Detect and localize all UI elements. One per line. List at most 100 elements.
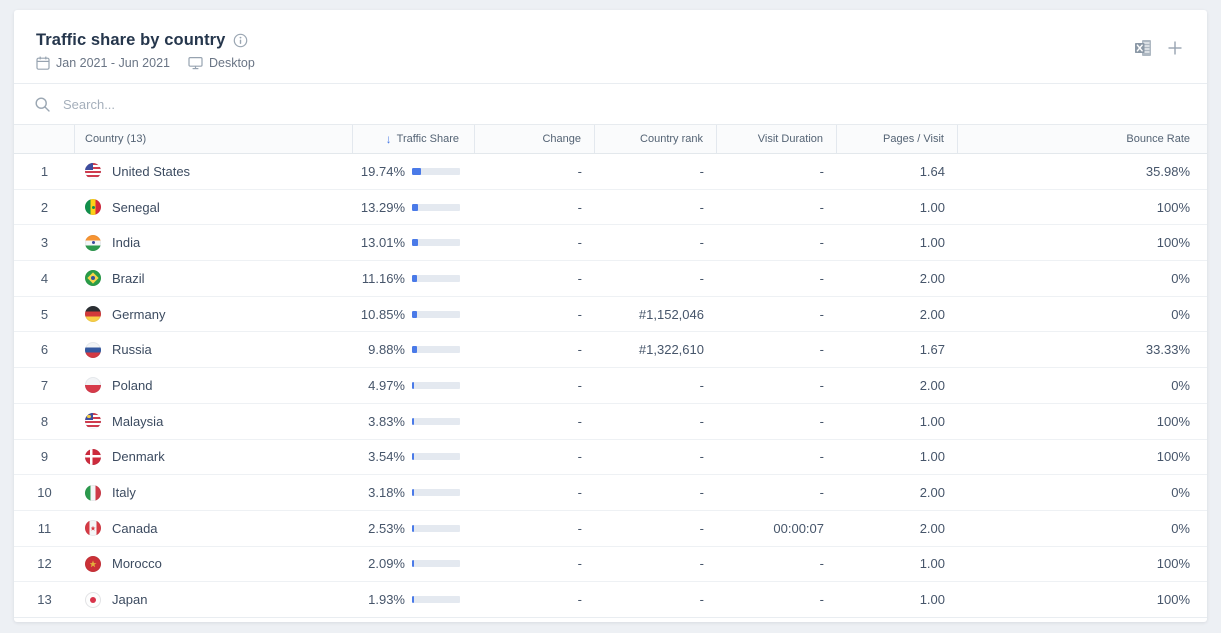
traffic-share-cell: 3.18% — [353, 485, 475, 500]
column-header-country-rank[interactable]: Country rank — [595, 125, 717, 153]
search-icon — [34, 96, 51, 113]
country-name: Morocco — [112, 556, 162, 572]
country-cell: Germany — [75, 306, 353, 323]
country-rank-cell: - — [699, 199, 704, 215]
country-rank-cell: - — [699, 592, 704, 608]
country-flag-icon — [85, 520, 101, 537]
traffic-share-value: 10.85% — [360, 306, 405, 322]
country-flag-icon — [85, 591, 101, 608]
change-cell: - — [577, 377, 582, 393]
country-cell: United States — [75, 163, 353, 180]
pages-per-visit-cell: 2.00 — [919, 377, 945, 393]
excel-export-button[interactable] — [1134, 39, 1153, 57]
traffic-share-value: 13.01% — [360, 235, 405, 251]
traffic-share-bar-fill — [412, 310, 418, 318]
traffic-share-value: 2.09% — [368, 556, 405, 572]
table-row: 8 Malaysia 3.83% - - - 1.00 100% — [14, 404, 1207, 440]
traffic-share-bar-fill — [412, 453, 414, 461]
bounce-rate-cell: 100% — [1156, 235, 1190, 251]
country-flag-icon — [85, 199, 101, 216]
traffic-share-bar-fill — [412, 596, 414, 604]
column-header-traffic-share[interactable]: ↓ Traffic Share — [353, 125, 475, 153]
pages-per-visit-cell: 1.64 — [919, 163, 945, 179]
country-name: Senegal — [112, 199, 160, 215]
column-header-change[interactable]: Change — [475, 125, 595, 153]
info-icon[interactable] — [233, 33, 248, 48]
bounce-rate-cell: 0% — [1171, 520, 1190, 536]
column-header-pages-per-visit[interactable]: Pages / Visit — [837, 125, 958, 153]
table-row: 12 Morocco 2.09% - - - 1.00 100% — [14, 547, 1207, 583]
traffic-share-bar-fill — [412, 560, 414, 568]
country-rank-cell: - — [699, 556, 704, 572]
date-range-label: Jan 2021 - Jun 2021 — [56, 56, 170, 70]
table-row: 1 United States 19.74% - - - 1.64 35.98% — [14, 154, 1207, 190]
traffic-share-bar — [412, 274, 460, 282]
table-row: 13 Japan 1.93% - - - 1.00 100% — [14, 582, 1207, 618]
change-cell: - — [577, 592, 582, 608]
add-widget-button[interactable] — [1167, 40, 1183, 56]
traffic-share-bar — [412, 560, 460, 568]
bounce-rate-cell: 100% — [1156, 413, 1190, 429]
traffic-share-bar-fill — [412, 203, 419, 211]
traffic-share-bar — [412, 310, 460, 318]
traffic-share-bar — [412, 346, 460, 354]
country-flag-icon — [85, 234, 101, 251]
table-row: 10 Italy 3.18% - - - 2.00 0% — [14, 475, 1207, 511]
visit-duration-cell: - — [819, 449, 824, 465]
traffic-share-value: 3.18% — [368, 485, 405, 501]
country-rank-cell: - — [699, 163, 704, 179]
card-header: Traffic share by country Jan 2021 - Jun … — [14, 10, 1207, 83]
column-header-visit-duration[interactable]: Visit Duration — [717, 125, 837, 153]
rank-cell: 11 — [37, 520, 52, 536]
pages-per-visit-cell: 2.00 — [919, 485, 945, 501]
column-header-bounce-rate[interactable]: Bounce Rate — [958, 125, 1207, 153]
search-bar — [14, 83, 1207, 124]
table-body: 1 United States 19.74% - - - 1.64 35.98%… — [14, 154, 1207, 618]
country-name: United States — [112, 163, 191, 179]
country-rank-cell: - — [699, 377, 704, 393]
visit-duration-cell: - — [819, 413, 824, 429]
search-input[interactable] — [63, 96, 1187, 112]
rank-cell: 6 — [40, 342, 49, 358]
traffic-share-cell: 13.29% — [353, 200, 475, 215]
change-cell: - — [577, 449, 582, 465]
traffic-share-cell: 4.97% — [353, 378, 475, 393]
column-header-country[interactable]: Country (13) — [75, 125, 353, 153]
traffic-share-value: 2.53% — [368, 520, 405, 536]
change-cell: - — [577, 413, 582, 429]
bounce-rate-cell: 100% — [1156, 449, 1190, 465]
rank-cell: 3 — [40, 235, 49, 251]
rank-cell: 12 — [37, 556, 52, 572]
country-rank-cell: - — [699, 520, 704, 536]
visit-duration-cell: - — [819, 556, 824, 572]
country-name: Poland — [112, 377, 153, 393]
visit-duration-cell: - — [819, 485, 824, 501]
country-cell: Italy — [75, 484, 353, 501]
traffic-share-value: 3.54% — [368, 449, 405, 465]
pages-per-visit-cell: 1.00 — [919, 413, 945, 429]
country-flag-icon — [85, 413, 101, 430]
traffic-share-cell: 10.85% — [353, 307, 475, 322]
device-label: Desktop — [208, 56, 255, 70]
country-flag-icon — [85, 270, 101, 287]
country-rank-cell: - — [699, 485, 704, 501]
visit-duration-cell: - — [819, 377, 824, 393]
country-rank-cell: - — [699, 413, 704, 429]
traffic-share-bar — [412, 203, 460, 211]
traffic-share-bar-fill — [412, 489, 414, 497]
country-name: Germany — [112, 306, 166, 322]
change-cell: - — [577, 270, 582, 286]
traffic-share-bar-fill — [412, 417, 414, 425]
visit-duration-cell: - — [819, 199, 824, 215]
pages-per-visit-cell: 1.00 — [919, 199, 945, 215]
traffic-share-bar-fill — [412, 167, 422, 175]
pages-per-visit-cell: 1.00 — [919, 556, 945, 572]
traffic-share-bar — [412, 489, 460, 497]
country-flag-icon — [85, 448, 101, 465]
country-name: Malaysia — [112, 413, 164, 429]
column-header-rank[interactable] — [14, 125, 75, 153]
country-cell: Denmark — [75, 448, 353, 465]
traffic-share-cell: 3.54% — [353, 449, 475, 464]
traffic-share-value: 9.88% — [368, 342, 405, 358]
traffic-share-bar-fill — [412, 274, 418, 282]
